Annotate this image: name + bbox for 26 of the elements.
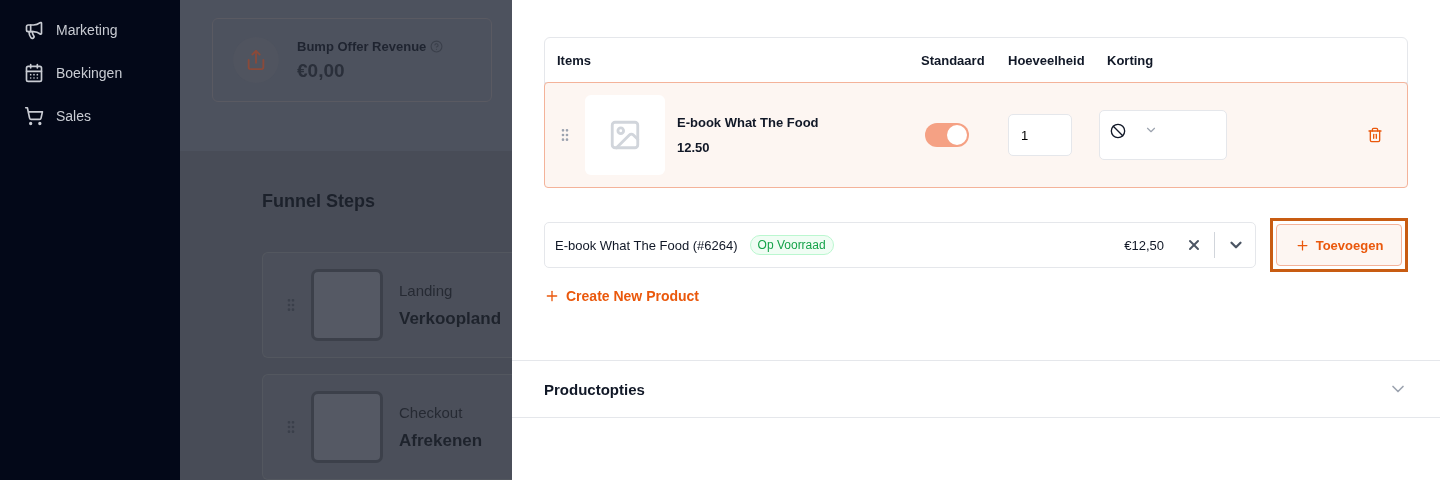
column-header: Korting: [1107, 52, 1155, 68]
cart-icon: [24, 106, 44, 126]
clear-icon[interactable]: [1186, 237, 1202, 253]
product-select[interactable]: E-book What The Food (#6264) Op Voorraad €12,50: [544, 222, 1256, 268]
megaphone-icon: [24, 20, 44, 40]
sidebar-item[interactable]: Boekingen: [24, 61, 180, 85]
sidebar-item[interactable]: Marketing: [24, 18, 180, 42]
sidebar-item[interactable]: Sales: [24, 104, 180, 128]
no-discount-icon: [1110, 123, 1126, 139]
discount-select[interactable]: [1099, 110, 1227, 160]
default-toggle[interactable]: [925, 123, 969, 147]
item-price: 12.50: [677, 140, 711, 155]
quantity-field[interactable]: 1: [1008, 114, 1072, 156]
item-name: E-book What The Food: [677, 115, 819, 130]
product-price: €12,50: [1124, 237, 1164, 253]
accordion-header[interactable]: Productopties: [512, 360, 1440, 418]
column-header: Hoeveelheid: [1008, 52, 1086, 68]
calendar-icon: [24, 63, 44, 83]
create-product-link[interactable]: Create New Product: [544, 288, 700, 304]
column-header: Items: [557, 52, 592, 68]
plus-icon: [1294, 237, 1310, 253]
selected-product: E-book What The Food (#6264): [555, 237, 738, 253]
column-header: Standaard: [921, 52, 986, 68]
stock-badge: Op Voorraad: [749, 235, 834, 255]
plus-icon: [544, 288, 560, 304]
delete-icon[interactable]: [1367, 127, 1383, 143]
